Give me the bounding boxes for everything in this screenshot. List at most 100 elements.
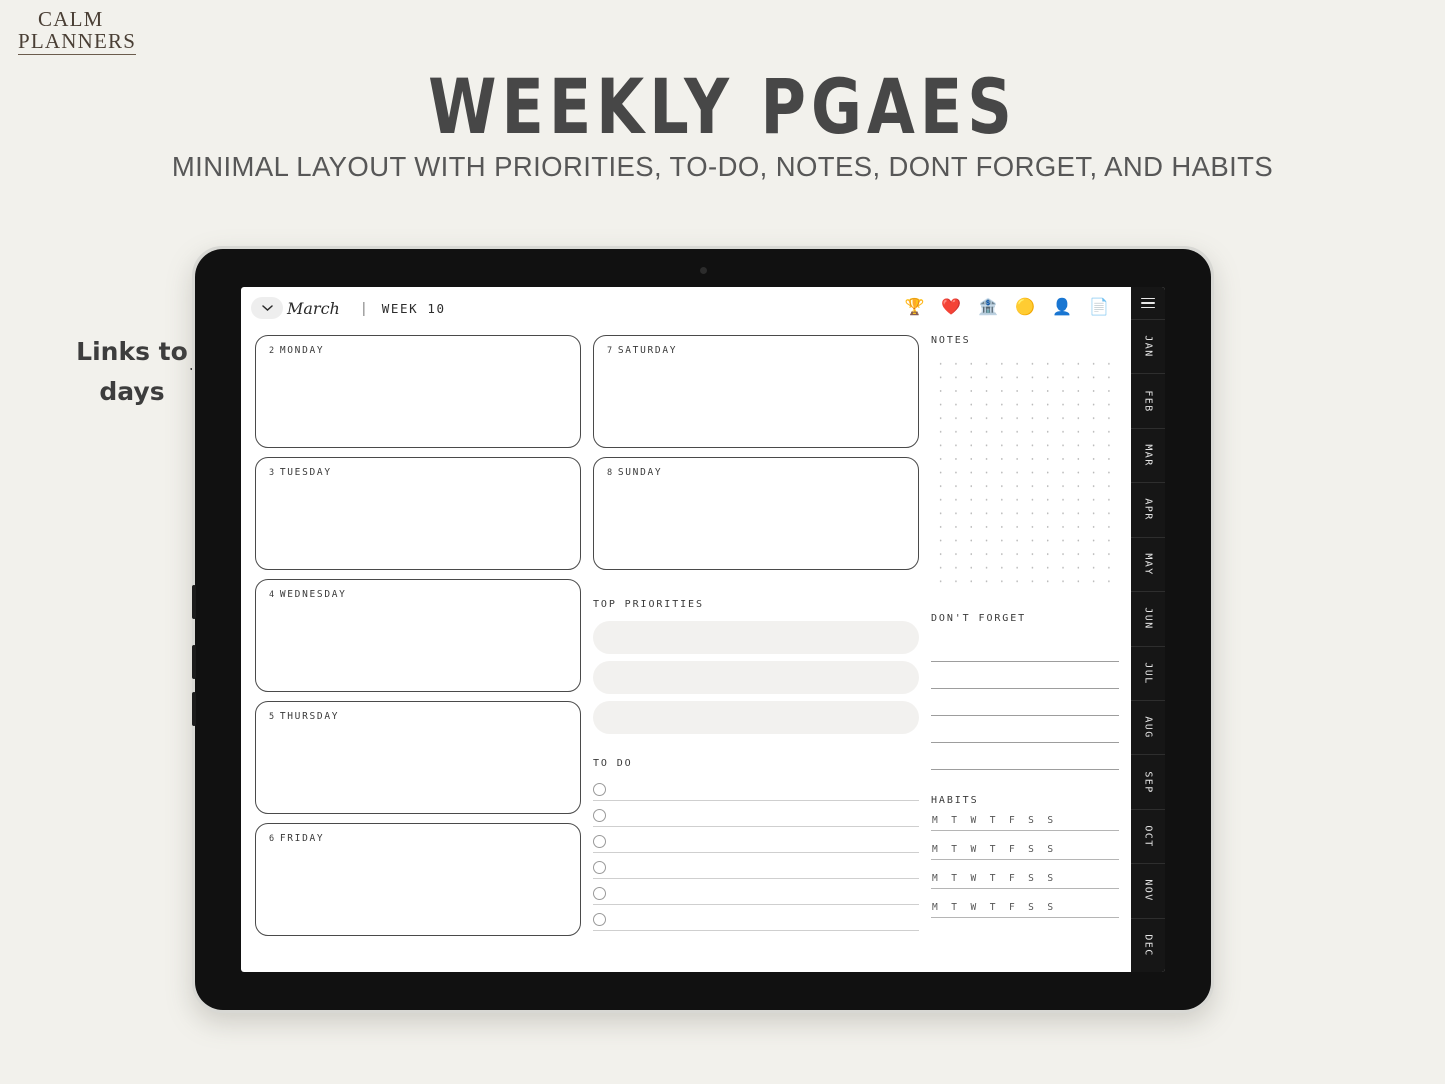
priority-input-3[interactable]: [593, 701, 919, 734]
hamburger-menu-button[interactable]: [1131, 287, 1165, 319]
todo-row[interactable]: [593, 775, 919, 801]
checkbox-circle-icon[interactable]: [593, 913, 606, 926]
day-label-friday: 6 FRIDAY: [269, 833, 324, 844]
day-box-sunday[interactable]: 8 SUNDAY: [593, 457, 919, 570]
todo-row[interactable]: [593, 853, 919, 879]
checkbox-circle-icon[interactable]: [593, 887, 606, 900]
power-button[interactable]: [192, 692, 196, 726]
current-month-label[interactable]: March: [287, 299, 340, 318]
habit-day[interactable]: S: [1028, 902, 1034, 913]
habit-entry-line[interactable]: [931, 917, 1119, 918]
dont-forget-line[interactable]: [931, 689, 1119, 716]
checkbox-circle-icon[interactable]: [593, 835, 606, 848]
day-box-thursday[interactable]: 5 THURSDAY: [255, 701, 581, 814]
habit-day[interactable]: M: [932, 815, 938, 826]
todo-row[interactable]: [593, 801, 919, 827]
top-priorities-heading: TOP PRIORITIES: [593, 599, 704, 610]
month-tab-may[interactable]: MAY: [1131, 536, 1165, 591]
habit-day[interactable]: S: [1028, 873, 1034, 884]
month-tab-label: OCT: [1142, 825, 1154, 848]
brand-logo-line2: PLANNERS: [18, 29, 137, 55]
habit-day[interactable]: W: [970, 902, 976, 913]
annotation-links-to-days: Links to days: [52, 332, 212, 412]
habit-day[interactable]: S: [1047, 873, 1053, 884]
document-icon[interactable]: 📄: [1089, 300, 1109, 316]
habit-day[interactable]: S: [1028, 844, 1034, 855]
checkbox-circle-icon[interactable]: [593, 861, 606, 874]
habit-day[interactable]: S: [1028, 815, 1034, 826]
notes-dot-grid[interactable]: [931, 354, 1119, 588]
habit-entry-line[interactable]: [931, 888, 1119, 889]
checkbox-circle-icon[interactable]: [593, 809, 606, 822]
dont-forget-line[interactable]: [931, 662, 1119, 689]
habit-day[interactable]: W: [970, 844, 976, 855]
dont-forget-line[interactable]: [931, 743, 1119, 770]
habit-day[interactable]: T: [951, 815, 957, 826]
habit-entry-line[interactable]: [931, 830, 1119, 831]
coin-icon[interactable]: 🟡: [1015, 300, 1035, 316]
month-tab-oct[interactable]: OCT: [1131, 808, 1165, 863]
month-tab-feb[interactable]: FEB: [1131, 373, 1165, 427]
month-tab-label: FEB: [1142, 389, 1154, 413]
month-dropdown-button[interactable]: [251, 297, 283, 319]
month-tab-label: SEP: [1142, 770, 1154, 794]
volume-down-button[interactable]: [192, 645, 196, 679]
habit-day[interactable]: T: [951, 902, 957, 913]
volume-up-button[interactable]: [192, 585, 196, 619]
month-tab-sep[interactable]: SEP: [1131, 754, 1165, 808]
habit-day[interactable]: S: [1047, 844, 1053, 855]
habit-day[interactable]: W: [970, 815, 976, 826]
heart-icon[interactable]: ❤️: [941, 300, 961, 316]
habit-day[interactable]: F: [1009, 844, 1015, 855]
month-tab-dec[interactable]: DEC: [1131, 917, 1165, 972]
habit-day[interactable]: S: [1047, 902, 1053, 913]
habit-day[interactable]: T: [990, 902, 996, 913]
day-number-wednesday: 4: [269, 590, 276, 600]
habit-day[interactable]: T: [990, 873, 996, 884]
middle-column: 7 SATURDAY 8 SUNDAY TOP PRIORITIES TO DO: [593, 335, 919, 958]
habit-day[interactable]: M: [932, 873, 938, 884]
habit-day[interactable]: S: [1047, 815, 1053, 826]
priority-input-2[interactable]: [593, 661, 919, 694]
todo-row[interactable]: [593, 905, 919, 931]
habit-day[interactable]: M: [932, 902, 938, 913]
planner-toolbar: March | WEEK 10 🏆 ❤️ 🏦 🟡 👤 📄: [241, 287, 1131, 329]
todo-row[interactable]: [593, 827, 919, 853]
brand-logo-line1: CALM: [38, 7, 104, 31]
planner-page: 2 MONDAY 3 TUESDAY 4 WEDNESDAY 5 THURSDA…: [241, 329, 1131, 972]
day-box-monday[interactable]: 2 MONDAY: [255, 335, 581, 448]
bank-icon[interactable]: 🏦: [978, 300, 998, 316]
day-box-wednesday[interactable]: 4 WEDNESDAY: [255, 579, 581, 692]
month-tab-jul[interactable]: JUL: [1131, 645, 1165, 700]
checkbox-circle-icon[interactable]: [593, 783, 606, 796]
month-tab-nov[interactable]: NOV: [1131, 863, 1165, 917]
habit-day[interactable]: T: [951, 873, 957, 884]
habit-day[interactable]: T: [990, 815, 996, 826]
habit-entry-line[interactable]: [931, 859, 1119, 860]
day-box-saturday[interactable]: 7 SATURDAY: [593, 335, 919, 448]
current-week-label[interactable]: WEEK 10: [382, 301, 446, 316]
month-tab-apr[interactable]: APR: [1131, 482, 1165, 536]
trophy-icon[interactable]: 🏆: [904, 300, 924, 316]
top-priorities-section: TOP PRIORITIES: [593, 599, 919, 734]
day-box-tuesday[interactable]: 3 TUESDAY: [255, 457, 581, 570]
habit-day[interactable]: F: [1009, 873, 1015, 884]
person-icon[interactable]: 👤: [1052, 300, 1072, 316]
day-box-friday[interactable]: 6 FRIDAY: [255, 823, 581, 936]
month-tab-mar[interactable]: MAR: [1131, 427, 1165, 482]
habit-day[interactable]: F: [1009, 902, 1015, 913]
habit-day[interactable]: T: [990, 844, 996, 855]
month-tab-aug[interactable]: AUG: [1131, 699, 1165, 754]
month-tab-jan[interactable]: JAN: [1131, 319, 1165, 373]
todo-row[interactable]: [593, 879, 919, 905]
month-tab-jun[interactable]: JUN: [1131, 591, 1165, 645]
day-number-sunday: 8: [607, 468, 614, 478]
habit-day[interactable]: F: [1009, 815, 1015, 826]
priority-input-1[interactable]: [593, 621, 919, 654]
dont-forget-line[interactable]: [931, 635, 1119, 662]
habit-day[interactable]: T: [951, 844, 957, 855]
habit-day[interactable]: M: [932, 844, 938, 855]
dont-forget-line[interactable]: [931, 716, 1119, 743]
day-number-saturday: 7: [607, 346, 614, 356]
habit-day[interactable]: W: [970, 873, 976, 884]
